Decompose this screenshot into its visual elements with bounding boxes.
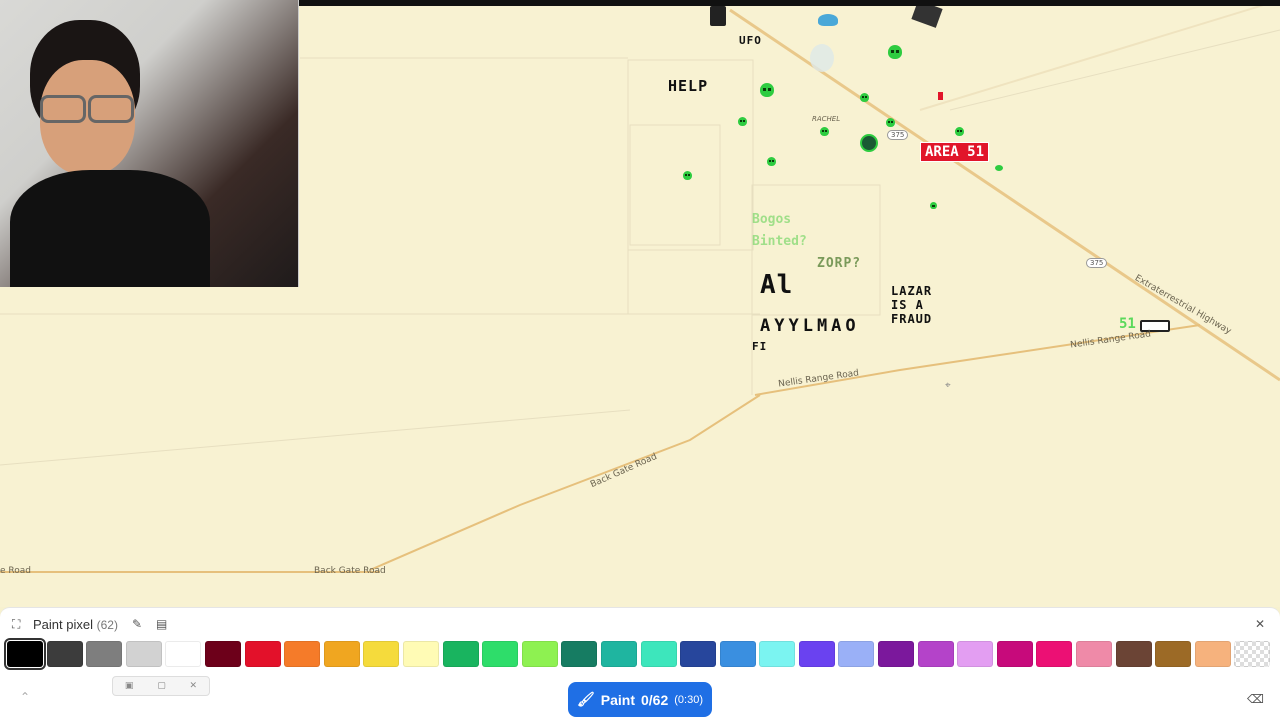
paint-toolbar: ⛶ Paint pixel (62) ✎ ▤ ✕ ▣ ▢ ✕ 🖌 Paint 0…	[0, 607, 1280, 721]
help-label: HELP	[668, 77, 709, 95]
color-swatch[interactable]	[600, 641, 637, 667]
alien-icon	[683, 171, 692, 180]
color-swatch[interactable]	[165, 641, 202, 667]
eraser-icon[interactable]: ⌫	[1247, 692, 1264, 706]
color-swatch[interactable]	[798, 641, 835, 667]
alien-icon	[930, 202, 937, 209]
color-swatch[interactable]	[1115, 641, 1152, 667]
toolbar-title-text: Paint pixel	[33, 617, 93, 632]
alien-icon	[955, 127, 964, 136]
route-shield: 375	[1086, 258, 1108, 268]
color-swatch[interactable]	[323, 641, 360, 667]
ufo-label: UFO	[739, 34, 762, 47]
alien-icon	[995, 165, 1003, 171]
ghost-icon	[810, 44, 834, 72]
color-swatch[interactable]	[442, 641, 479, 667]
color-swatch[interactable]	[838, 641, 875, 667]
ufo-icon	[818, 14, 838, 26]
color-swatch[interactable]	[1194, 641, 1231, 667]
pin-icon	[938, 92, 943, 100]
lazar-line1: LAZAR	[891, 284, 933, 298]
close-icon[interactable]: ✕	[190, 681, 198, 691]
brush-icon: 🖌	[576, 691, 595, 707]
color-swatch[interactable]	[86, 641, 123, 667]
color-swatch[interactable]	[363, 641, 400, 667]
color-swatch[interactable]	[878, 641, 915, 667]
top-bar	[298, 0, 1280, 6]
route-shield: 375	[887, 130, 909, 140]
color-swatch[interactable]	[402, 641, 439, 667]
zorp-label: ZORP?	[817, 256, 862, 271]
tool-icon[interactable]: ▣	[125, 681, 134, 691]
crosshair-icon: ⌖	[945, 380, 951, 391]
color-palette	[4, 638, 1274, 670]
alien-icon	[738, 117, 747, 126]
area51-label: AREA 51	[920, 142, 990, 162]
pencil-icon[interactable]: ✎	[132, 617, 142, 631]
alien-icon	[760, 83, 774, 97]
paint-timer: (0:30)	[674, 693, 703, 706]
alien-icon	[820, 127, 829, 136]
tool-icon[interactable]: ▢	[157, 681, 166, 691]
paint-progress: 0/62	[641, 691, 669, 708]
back-gate-road-label: e Road	[0, 566, 31, 576]
expand-icon[interactable]: ⛶	[12, 617, 20, 632]
close-icon[interactable]: ✕	[1255, 617, 1265, 631]
color-swatch[interactable]	[759, 641, 796, 667]
fi-label: FI	[752, 340, 768, 353]
pixel-count: (62)	[96, 618, 118, 632]
alien-icon	[860, 134, 878, 152]
fiftyone-label: 51	[1119, 316, 1136, 332]
webcam-overlay	[0, 0, 299, 287]
color-swatch[interactable]	[1076, 641, 1113, 667]
back-gate-road-label: Back Gate Road	[314, 566, 386, 576]
color-swatch[interactable]	[957, 641, 994, 667]
binted-label: Binted?	[752, 234, 807, 249]
al-label: Al	[760, 270, 794, 300]
color-swatch[interactable]	[1036, 641, 1073, 667]
color-swatch[interactable]	[46, 641, 83, 667]
toolbar-title: Paint pixel (62)	[33, 617, 118, 632]
robot-icon	[710, 6, 726, 26]
color-swatch[interactable]	[640, 641, 677, 667]
color-swatch[interactable]	[1234, 641, 1271, 667]
lazar-line3: FRAUD	[891, 312, 933, 326]
ayylmao-label: AYYLMAO	[760, 316, 860, 336]
save-icon[interactable]: ▤	[156, 617, 167, 631]
color-swatch[interactable]	[719, 641, 756, 667]
color-swatch[interactable]	[561, 641, 598, 667]
color-swatch[interactable]	[4, 638, 46, 670]
color-swatch[interactable]	[244, 641, 281, 667]
alien-icon	[767, 157, 776, 166]
color-swatch[interactable]	[284, 641, 321, 667]
color-swatch[interactable]	[482, 641, 519, 667]
color-swatch[interactable]	[1155, 641, 1192, 667]
glasses-icon	[40, 95, 86, 123]
lazar-line2: IS A	[891, 298, 924, 312]
color-swatch[interactable]	[204, 641, 241, 667]
alien-icon	[886, 118, 895, 127]
alien-icon	[860, 93, 869, 102]
mini-tools[interactable]: ▣ ▢ ✕	[112, 676, 210, 696]
glasses-icon	[88, 95, 134, 123]
color-swatch[interactable]	[996, 641, 1033, 667]
color-swatch[interactable]	[125, 641, 162, 667]
color-swatch[interactable]	[680, 641, 717, 667]
paint-button[interactable]: 🖌 Paint 0/62 (0:30)	[568, 682, 712, 717]
alien-icon	[888, 45, 902, 59]
bogos-label: Bogos	[752, 212, 792, 227]
color-swatch[interactable]	[521, 641, 558, 667]
rachel-label: RACHEL	[812, 115, 841, 123]
paint-button-label: Paint	[600, 691, 635, 708]
chevron-up-icon[interactable]: ⌃	[20, 690, 30, 704]
color-swatch[interactable]	[917, 641, 954, 667]
person-body	[10, 170, 210, 287]
